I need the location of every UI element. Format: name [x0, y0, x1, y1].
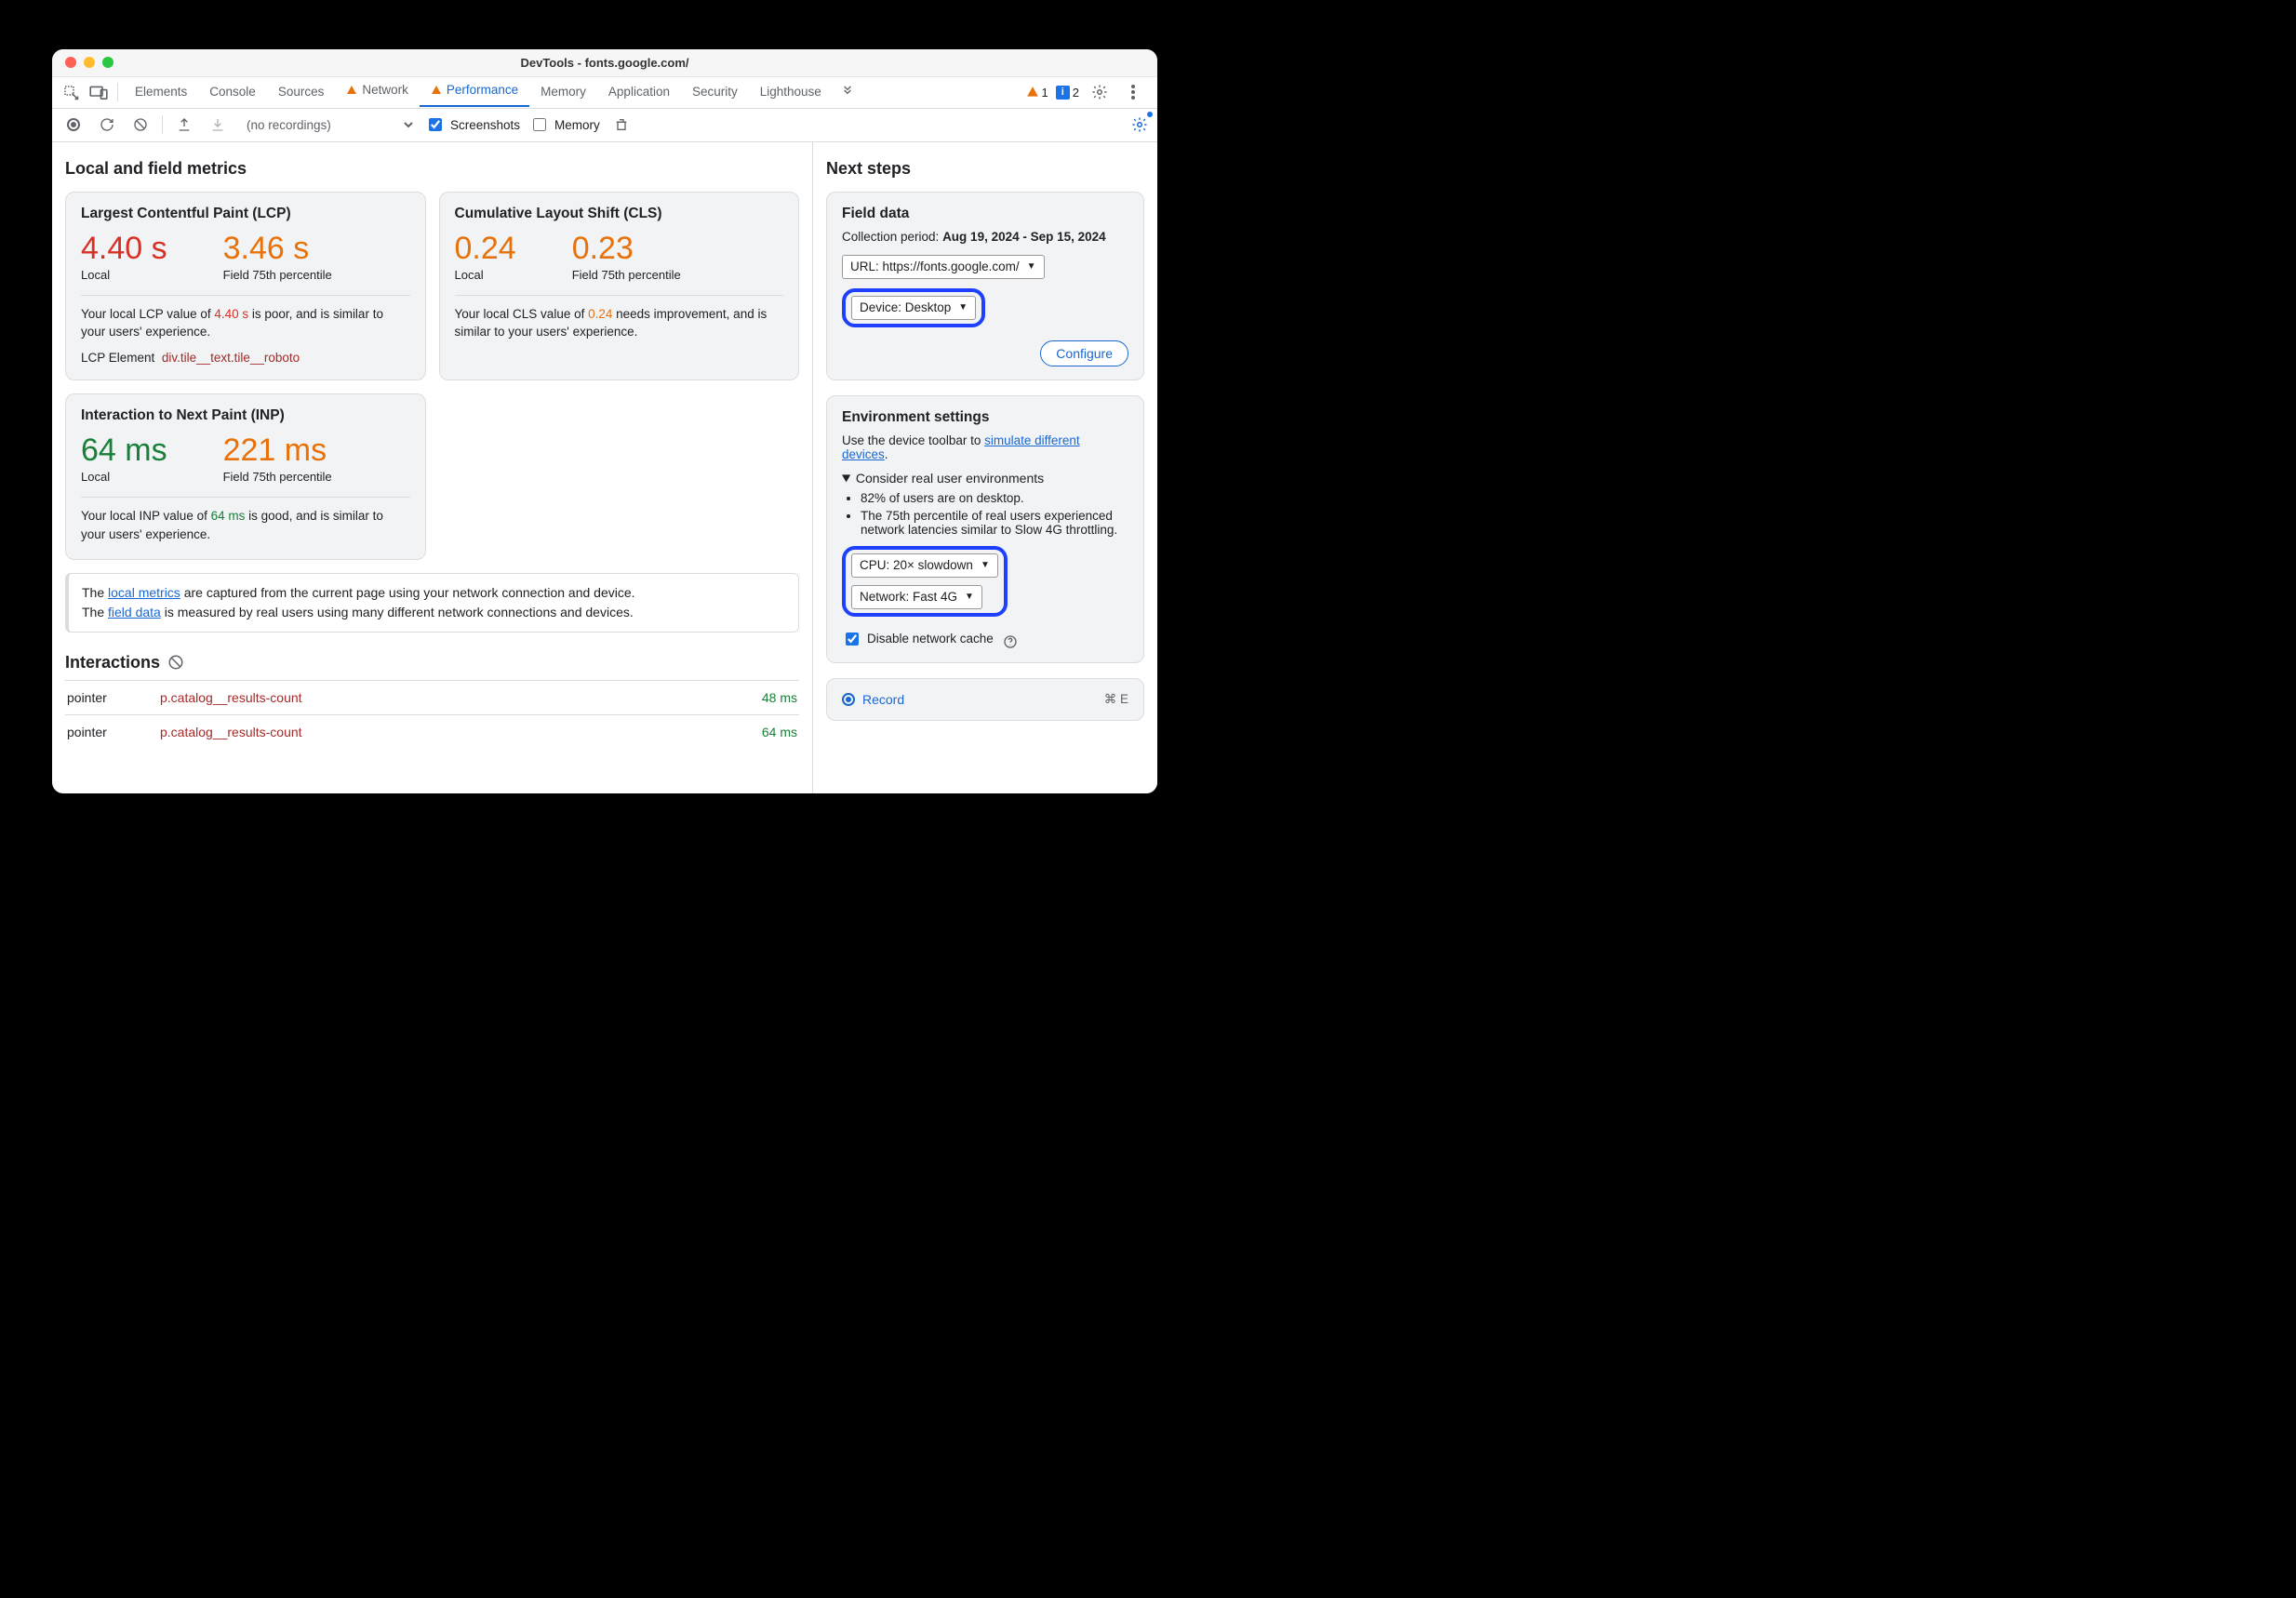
environment-settings-card: Environment settings Use the device tool…: [826, 395, 1144, 663]
field-data-card: Field data Collection period: Aug 19, 20…: [826, 192, 1144, 380]
capture-settings-gear-icon[interactable]: [1128, 113, 1152, 137]
metrics-note: The local metrics are captured from the …: [65, 573, 799, 633]
minimize-window-button[interactable]: [84, 57, 95, 68]
record-shortcut: ⌘ E: [1104, 692, 1128, 707]
window-titlebar: DevTools - fonts.google.com/: [52, 49, 1157, 77]
more-tabs-icon[interactable]: [834, 79, 861, 105]
cls-title: Cumulative Layout Shift (CLS): [455, 206, 784, 222]
inp-description: Your local INP value of 64 ms is good, a…: [81, 507, 410, 543]
interaction-target: p.catalog__results-count: [160, 690, 762, 705]
tab-performance[interactable]: Performance: [420, 75, 529, 107]
cls-local-label: Local: [455, 268, 516, 282]
tab-console[interactable]: Console: [198, 77, 267, 109]
lcp-local-value: 4.40 s: [81, 232, 167, 266]
consider-disclosure[interactable]: Consider real user environments 82% of u…: [842, 471, 1128, 537]
next-steps-pane: Next steps Field data Collection period:…: [813, 142, 1157, 793]
cls-field-label: Field 75th percentile: [572, 268, 681, 282]
device-toolbar-icon[interactable]: [86, 79, 112, 105]
interaction-target: p.catalog__results-count: [160, 725, 762, 739]
device-select-highlight: Device: Desktop▼: [842, 288, 985, 327]
cls-local-value: 0.24: [455, 232, 516, 266]
next-steps-title: Next steps: [826, 159, 1144, 179]
lcp-description: Your local LCP value of 4.40 s is poor, …: [81, 305, 410, 341]
local-metrics-link[interactable]: local metrics: [108, 585, 180, 600]
tabs-separator: [117, 83, 118, 101]
upload-profile-icon[interactable]: [172, 113, 196, 137]
disable-cache-checkbox[interactable]: Disable network cache: [842, 630, 994, 648]
cls-field-value: 0.23: [572, 232, 681, 266]
clear-icon[interactable]: [128, 113, 153, 137]
inp-card: Interaction to Next Paint (INP) 64 ms Lo…: [65, 393, 426, 560]
record-card: Record ⌘ E: [826, 678, 1144, 721]
cls-description: Your local CLS value of 0.24 needs impro…: [455, 305, 784, 341]
field-data-link[interactable]: field data: [108, 605, 161, 619]
inp-local-label: Local: [81, 470, 167, 484]
cpu-throttle-select[interactable]: CPU: 20× slowdown▼: [851, 553, 998, 578]
inp-field-value: 221 ms: [223, 433, 332, 468]
lcp-element-row[interactable]: LCP Element div.tile__text.tile__roboto: [81, 351, 410, 365]
reload-record-icon[interactable]: [95, 113, 119, 137]
lcp-field-label: Field 75th percentile: [223, 268, 332, 282]
inp-title: Interaction to Next Paint (INP): [81, 407, 410, 424]
gc-icon[interactable]: [609, 113, 634, 137]
interaction-type: pointer: [67, 690, 160, 705]
inp-field-label: Field 75th percentile: [223, 470, 332, 484]
devtools-tabs: ElementsConsoleSourcesNetworkPerformance…: [52, 77, 1157, 109]
tab-memory[interactable]: Memory: [529, 77, 597, 109]
help-icon[interactable]: [1003, 634, 1018, 649]
interaction-row[interactable]: pointerp.catalog__results-count48 ms: [65, 680, 799, 714]
interaction-type: pointer: [67, 725, 160, 739]
issues-warning-badge[interactable]: 1: [1026, 86, 1048, 100]
more-options-icon[interactable]: [1120, 79, 1146, 105]
interaction-row[interactable]: pointerp.catalog__results-count64 ms: [65, 714, 799, 749]
settings-gear-icon[interactable]: [1087, 79, 1113, 105]
url-select[interactable]: URL: https://fonts.google.com/▼: [842, 255, 1045, 279]
cls-card: Cumulative Layout Shift (CLS) 0.24 Local…: [439, 192, 800, 381]
screenshots-checkbox[interactable]: Screenshots: [425, 115, 520, 134]
tab-sources[interactable]: Sources: [267, 77, 336, 109]
traffic-lights: [52, 57, 113, 68]
env-bullet: 82% of users are on desktop.: [861, 491, 1128, 505]
clear-interactions-icon[interactable]: [167, 654, 184, 671]
tab-elements[interactable]: Elements: [124, 77, 198, 109]
lcp-field-value: 3.46 s: [223, 232, 332, 266]
record-dot-icon: [842, 693, 855, 706]
inp-local-value: 64 ms: [81, 433, 167, 468]
env-bullet: The 75th percentile of real users experi…: [861, 509, 1128, 537]
device-select[interactable]: Device: Desktop▼: [851, 296, 976, 320]
configure-button[interactable]: Configure: [1040, 340, 1128, 366]
window-title: DevTools - fonts.google.com/: [52, 56, 1157, 70]
metrics-pane: Local and field metrics Largest Contentf…: [52, 142, 813, 793]
recordings-select[interactable]: (no recordings): [239, 113, 416, 136]
issues-info-badge[interactable]: i 2: [1056, 86, 1079, 100]
memory-checkbox[interactable]: Memory: [529, 115, 600, 134]
inspect-element-icon[interactable]: [58, 79, 84, 105]
lcp-card: Largest Contentful Paint (LCP) 4.40 s Lo…: [65, 192, 426, 381]
tab-security[interactable]: Security: [681, 77, 749, 109]
interactions-heading: Interactions: [65, 653, 799, 672]
tab-application[interactable]: Application: [597, 77, 681, 109]
zoom-window-button[interactable]: [102, 57, 113, 68]
download-profile-icon[interactable]: [206, 113, 230, 137]
tab-lighthouse[interactable]: Lighthouse: [749, 77, 833, 109]
throttling-highlight: CPU: 20× slowdown▼ Network: Fast 4G▼: [842, 546, 1008, 617]
performance-toolbar: (no recordings) Screenshots Memory: [52, 109, 1157, 142]
record-button[interactable]: Record: [842, 692, 904, 707]
lcp-local-label: Local: [81, 268, 167, 282]
interaction-duration: 48 ms: [762, 690, 797, 705]
interaction-duration: 64 ms: [762, 725, 797, 739]
network-throttle-select[interactable]: Network: Fast 4G▼: [851, 585, 982, 609]
toolbar-separator: [162, 115, 163, 134]
record-icon[interactable]: [61, 113, 86, 137]
lcp-title: Largest Contentful Paint (LCP): [81, 206, 410, 222]
close-window-button[interactable]: [65, 57, 76, 68]
section-title: Local and field metrics: [65, 159, 799, 179]
devtools-window: DevTools - fonts.google.com/ ElementsCon…: [52, 49, 1157, 793]
tab-network[interactable]: Network: [335, 75, 420, 107]
